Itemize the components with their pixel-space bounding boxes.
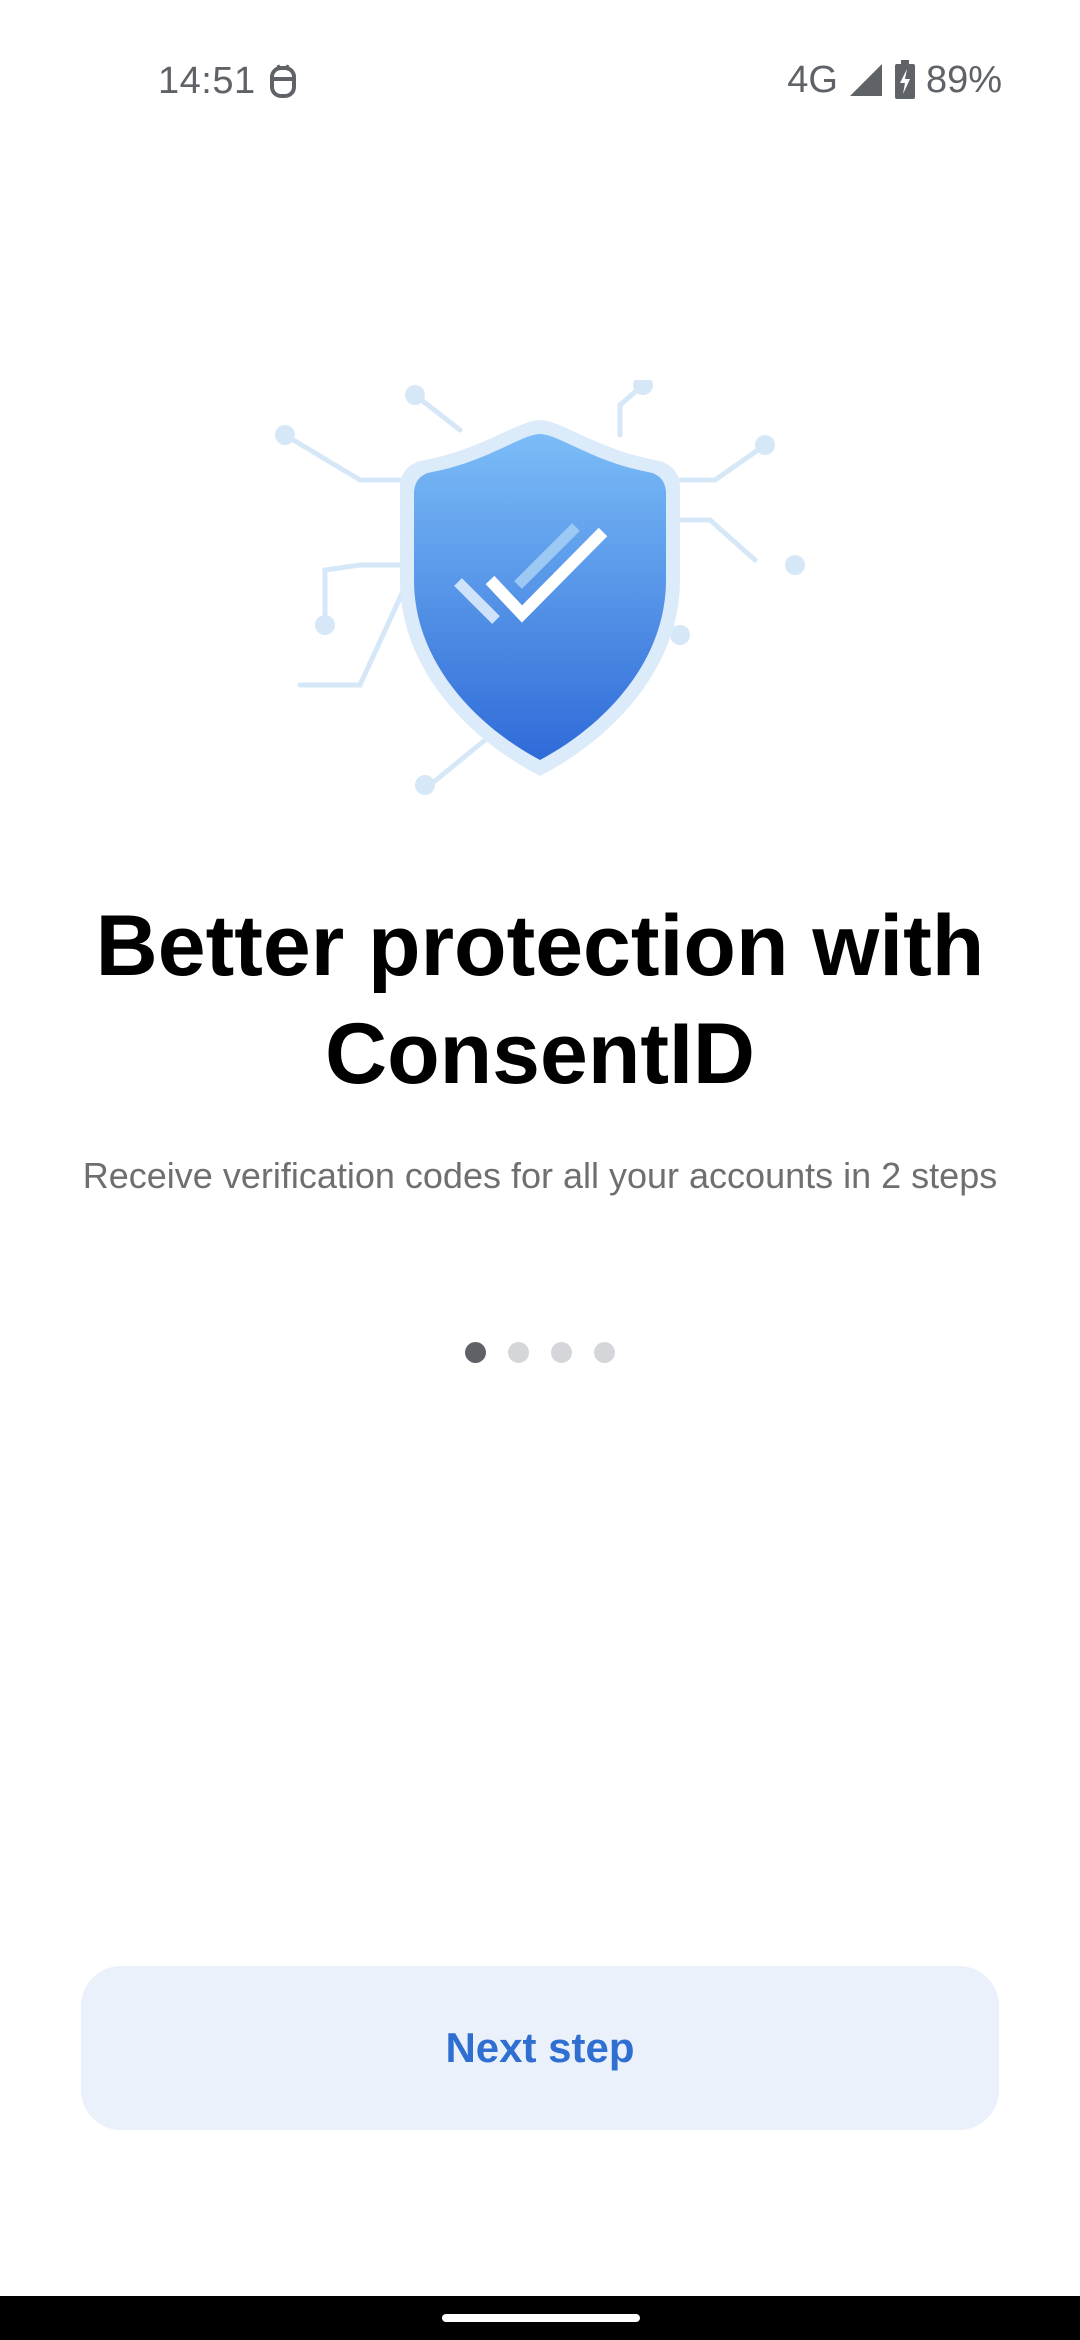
status-time: 14:51: [158, 60, 256, 102]
page-dot-3: [551, 1342, 572, 1363]
battery-percent: 89%: [925, 58, 1002, 101]
onboarding-subtitle: Receive verification codes for all your …: [82, 1155, 998, 1196]
page-dot-4: [594, 1342, 615, 1363]
shield-check-icon: [275, 375, 805, 795]
battery-charging-icon: [894, 60, 916, 100]
signal-icon: [848, 62, 884, 98]
onboarding-title: Better protection with ConsentID: [95, 898, 985, 1102]
notification-icon: [266, 62, 300, 102]
hero-illustration: [260, 375, 820, 840]
next-step-button[interactable]: Next step: [81, 1966, 999, 2130]
navigation-bar: [0, 2296, 1080, 2340]
status-bar: 14:51 4G 89%: [0, 0, 1080, 160]
home-indicator[interactable]: [442, 2314, 640, 2322]
page-dot-2: [508, 1342, 529, 1363]
page-dot-1: [465, 1342, 486, 1363]
network-type: 4G: [787, 58, 838, 101]
page-indicator: [0, 1342, 1080, 1363]
status-right-group: 4G 89%: [787, 58, 1002, 102]
onboarding-screen: 14:51 4G 89% Better protection with Cons…: [0, 0, 1080, 2340]
